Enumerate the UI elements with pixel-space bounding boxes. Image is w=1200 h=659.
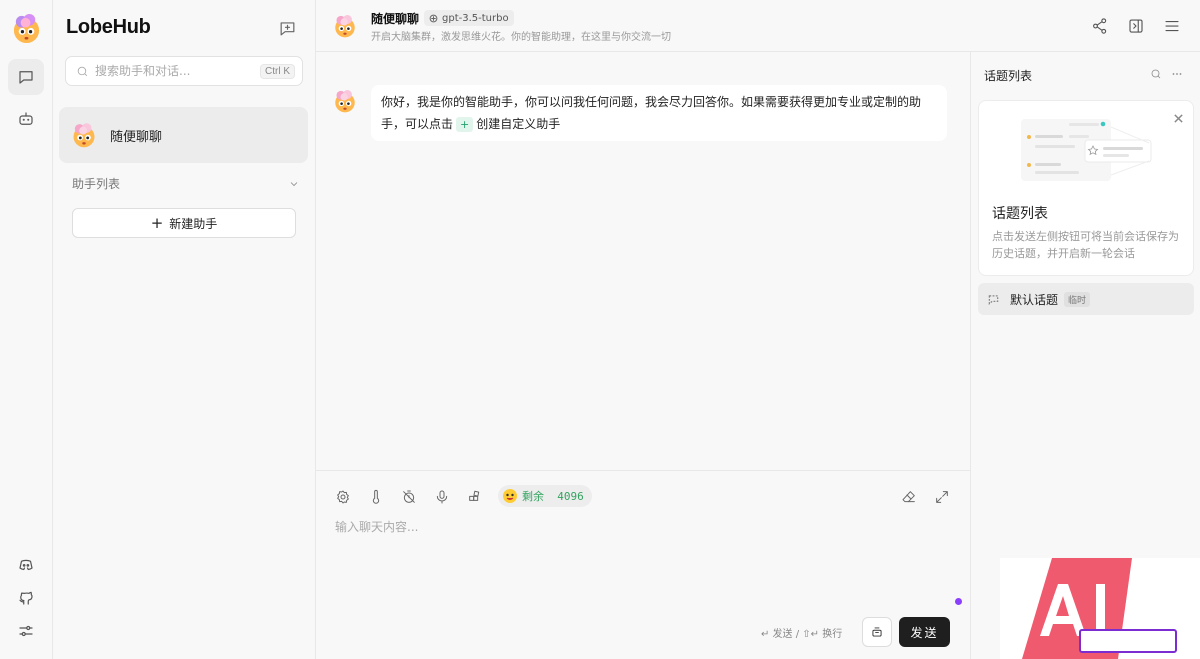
search-icon — [77, 66, 88, 76]
expand-icon — [936, 491, 948, 503]
eraser-icon — [902, 491, 915, 503]
nav-rail — [0, 0, 53, 659]
more-icon — [1172, 73, 1182, 75]
topic-name: 默认话题 — [1010, 292, 1059, 307]
card-description: 点击发送左侧按钮可将当前会话保存为历史话题，并开启新一轮会话 — [992, 230, 1179, 260]
voice-input-button[interactable] — [432, 487, 452, 507]
menu-icon — [1165, 20, 1179, 32]
topic-guide-card: 话题列表 点击发送左侧按钮可将当前会话保存为历史话题，并开启新一轮会话 — [978, 100, 1194, 276]
create-agent-chip[interactable]: + — [456, 117, 474, 132]
new-agent-button[interactable]: + 新建助手 — [72, 208, 296, 238]
new-chat-button[interactable] — [275, 16, 299, 40]
chevron-down-icon — [290, 181, 298, 186]
discord-icon — [19, 559, 33, 571]
discord-button[interactable] — [8, 547, 44, 583]
temperature-button[interactable] — [366, 487, 386, 507]
agent-group-header[interactable]: 助手列表 — [72, 175, 300, 192]
topic-more-button[interactable] — [1170, 67, 1184, 81]
settings-button[interactable] — [8, 613, 44, 649]
model-badge[interactable]: gpt-3.5-turbo — [424, 10, 514, 26]
chat-textarea[interactable] — [335, 518, 955, 598]
toggle-panel-button[interactable] — [1126, 16, 1146, 36]
header-avatar — [335, 15, 355, 38]
model-name: gpt-3.5-turbo — [442, 12, 509, 24]
chat-icon — [19, 71, 33, 84]
save-topic-icon — [872, 627, 882, 637]
assistant-message: 你好，我是你的智能助手，你可以问我任何问题，我会尽力回答你。如果需要获得更加专业… — [371, 85, 947, 141]
watermark-logo — [1000, 558, 1200, 659]
save-topic-button[interactable] — [862, 617, 892, 647]
search-icon — [1151, 69, 1161, 79]
chat-header: 随便聊聊 gpt-3.5-turbo 开启大脑集群，激发思维火花。你的智能助理，… — [316, 0, 1200, 52]
group-label: 助手列表 — [72, 177, 121, 191]
card-close-button[interactable] — [1171, 111, 1185, 125]
plugins-icon — [469, 490, 480, 501]
chat-main: 随便聊聊 gpt-3.5-turbo 开启大脑集群，激发思维火花。你的智能助理，… — [316, 0, 1200, 659]
search-input[interactable] — [95, 64, 260, 78]
share-button[interactable] — [1090, 16, 1110, 36]
github-icon — [19, 591, 33, 605]
settings-icon — [19, 625, 33, 637]
timer-icon — [403, 490, 415, 503]
tokens-label: 剩余 — [522, 490, 544, 503]
settings-gear-icon — [337, 490, 349, 504]
card-title: 话题列表 — [992, 206, 1048, 222]
model-settings-button[interactable] — [333, 487, 353, 507]
menu-button[interactable] — [1162, 16, 1182, 36]
history-limit-button[interactable] — [399, 487, 419, 507]
token-counter[interactable]: 剩余 4096 — [498, 485, 592, 507]
new-agent-label: 新建助手 — [169, 216, 218, 231]
session-title: 随便聊聊 — [110, 129, 163, 145]
chat-description: 开启大脑集群，激发思维火花。你的智能助理，在这里与你交流一切 — [371, 32, 671, 43]
github-button[interactable] — [8, 580, 44, 616]
token-emoji-icon — [503, 489, 517, 503]
chat-title: 随便聊聊 — [371, 12, 420, 26]
chat-input-area: 剩余 4096 ↵ 发送 / ⇧↵ 换行 发送 — [316, 470, 970, 659]
status-dot — [955, 598, 962, 605]
app-root: LobeHub Ctrl K 随便聊聊 助手列表 + 新建助手 — [0, 0, 1200, 659]
send-button[interactable]: 发送 — [899, 617, 950, 647]
model-icon — [429, 14, 438, 22]
topic-icon — [988, 294, 999, 305]
new-chat-icon — [280, 21, 294, 35]
session-avatar — [73, 123, 95, 148]
chat-nav-button[interactable] — [8, 59, 44, 95]
topics-title: 话题列表 — [984, 69, 1033, 83]
app-logo: LobeHub — [66, 16, 151, 38]
search-shortcut: Ctrl K — [260, 63, 295, 79]
market-nav-button[interactable] — [8, 101, 44, 137]
send-hint: ↵ 发送 / ⇧↵ 换行 — [761, 629, 843, 640]
plus-icon: + — [150, 214, 164, 232]
message-text-end: 创建自定义助手 — [476, 117, 561, 131]
share-icon — [1093, 18, 1107, 34]
panel-icon — [1129, 19, 1143, 33]
clear-button[interactable] — [899, 487, 919, 507]
topic-search-button[interactable] — [1149, 67, 1163, 81]
topic-illustration — [1021, 119, 1152, 181]
topic-item[interactable]: 默认话题 临时 — [978, 283, 1194, 315]
plugins-button[interactable] — [465, 487, 485, 507]
tokens-value: 4096 — [557, 489, 584, 503]
assistant-avatar — [335, 90, 355, 113]
mic-icon — [436, 490, 448, 504]
close-icon — [1173, 113, 1183, 123]
session-item[interactable]: 随便聊聊 — [59, 107, 308, 163]
user-avatar[interactable] — [11, 13, 42, 44]
temperature-icon — [372, 489, 380, 504]
expand-input-button[interactable] — [932, 487, 952, 507]
robot-icon — [19, 112, 33, 125]
session-search[interactable]: Ctrl K — [65, 56, 303, 86]
topic-tag: 临时 — [1064, 291, 1091, 307]
session-sidebar: LobeHub Ctrl K 随便聊聊 助手列表 + 新建助手 — [53, 0, 316, 659]
